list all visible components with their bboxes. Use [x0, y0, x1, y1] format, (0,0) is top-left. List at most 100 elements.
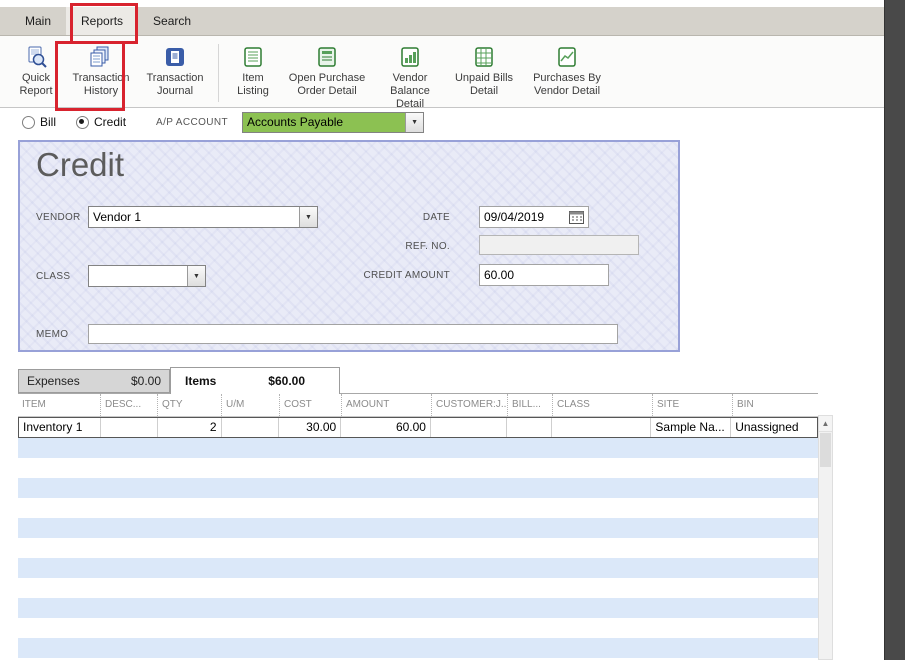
table-cell[interactable]: 60.00 — [341, 418, 431, 437]
class-combobox[interactable]: ▼ — [88, 265, 206, 287]
toolbar-button-label: Unpaid Bills Detail — [454, 72, 514, 98]
table-cell[interactable]: Unassigned — [731, 418, 817, 437]
table-row-empty[interactable] — [18, 578, 818, 598]
items-tab-amount: $60.00 — [268, 374, 305, 388]
credit-amount-value: 60.00 — [484, 268, 515, 282]
credit-amount-label: CREDIT AMOUNT — [363, 270, 450, 281]
memo-label: MEMO — [36, 329, 69, 340]
transaction-journal-icon — [164, 44, 186, 69]
purchases-by-vendor-detail-button[interactable]: Purchases By Vendor Detail — [521, 42, 613, 100]
transaction-history-button[interactable]: Transaction History — [64, 42, 138, 100]
transaction-type-bar: Bill Credit A/P ACCOUNT Accounts Payable… — [22, 110, 425, 134]
table-row-empty[interactable] — [18, 538, 818, 558]
expenses-tab-amount: $0.00 — [130, 374, 161, 388]
table-cell[interactable]: 2 — [158, 418, 222, 437]
items-table-header: ITEM DESC... QTY U/M COST AMOUNT CUSTOMER:J...… — [18, 394, 818, 417]
vendor-value: Vendor 1 — [93, 210, 142, 224]
class-label: CLASS — [36, 271, 71, 282]
credit-radio[interactable] — [76, 115, 90, 129]
date-field[interactable]: 09/04/2019 — [479, 206, 589, 228]
column-header[interactable]: AMOUNT — [341, 394, 431, 416]
calendar-icon[interactable] — [569, 210, 584, 224]
table-row-empty[interactable] — [18, 618, 818, 638]
table-row-empty[interactable] — [18, 638, 818, 658]
table-row[interactable]: Inventory 1 2 30.00 60.00 Sample Na... Unassi… — [18, 417, 818, 438]
bill-radio-label: Bill — [40, 115, 57, 129]
tab-reports[interactable]: Reports — [66, 7, 139, 35]
credit-form-panel: Credit VENDOR Vendor 1 ▼ DATE 09/04/2019… — [18, 140, 680, 352]
column-header[interactable]: SITE — [652, 394, 732, 416]
toolbar-button-label: Open Purchase Order Detail — [288, 72, 366, 98]
table-cell[interactable]: Inventory 1 — [19, 418, 101, 437]
column-header[interactable]: COST — [279, 394, 341, 416]
item-listing-button[interactable]: Item Listing — [225, 42, 281, 100]
table-cell[interactable] — [101, 418, 158, 437]
chevron-down-icon[interactable]: ▼ — [405, 112, 424, 132]
item-listing-icon — [242, 44, 264, 69]
table-row-empty[interactable] — [18, 518, 818, 538]
table-cell[interactable] — [222, 418, 280, 437]
column-header[interactable]: CUSTOMER:J... — [431, 394, 507, 416]
credit-form-title: Credit — [36, 146, 125, 183]
vendor-balance-detail-icon — [399, 44, 421, 69]
toolbar-button-label: Purchases By Vendor Detail — [533, 72, 601, 98]
toolbar-button-label: Item Listing — [237, 72, 269, 98]
table-row-empty[interactable] — [18, 438, 818, 458]
window-right-edge — [884, 0, 905, 660]
vendor-label: VENDOR — [36, 212, 81, 223]
table-row-empty[interactable] — [18, 498, 818, 518]
vendor-combobox[interactable]: Vendor 1 ▼ — [88, 206, 318, 228]
table-cell[interactable]: Sample Na... — [651, 418, 732, 437]
bill-radio[interactable] — [22, 115, 35, 129]
credit-amount-field[interactable]: 60.00 — [479, 264, 609, 286]
date-value: 09/04/2019 — [484, 210, 545, 224]
scrollbar-thumb[interactable] — [820, 433, 831, 467]
column-header[interactable]: CLASS — [552, 394, 652, 416]
chevron-down-icon[interactable]: ▼ — [299, 207, 317, 227]
column-header[interactable]: BILL... — [507, 394, 552, 416]
toolbar-button-label: Vendor Balance Detail — [390, 72, 430, 111]
table-row-empty[interactable] — [18, 458, 818, 478]
open-purchase-order-detail-icon — [316, 44, 338, 69]
transaction-journal-button[interactable]: Transaction Journal — [138, 42, 212, 100]
ap-account-value: Accounts Payable — [243, 112, 406, 132]
toolbar-button-label: Quick Report — [19, 72, 53, 98]
unpaid-bills-detail-button[interactable]: Unpaid Bills Detail — [447, 42, 521, 100]
tab-expenses[interactable]: Expenses $0.00 — [18, 369, 170, 393]
toolbar-button-label: Transaction History — [72, 72, 130, 98]
tab-items[interactable]: Items $60.00 — [170, 367, 340, 394]
enter-bills-window: Main Reports Search Quick Report Transac… — [0, 0, 905, 660]
chevron-down-icon[interactable]: ▼ — [187, 266, 205, 286]
table-row-empty[interactable] — [18, 558, 818, 578]
column-header[interactable]: ITEM — [18, 394, 100, 416]
ref-no-field[interactable] — [479, 235, 639, 255]
table-scrollbar[interactable]: ▲ — [818, 415, 833, 660]
unpaid-bills-detail-icon — [473, 44, 495, 69]
quick-report-button[interactable]: Quick Report — [8, 42, 64, 100]
scroll-up-icon[interactable]: ▲ — [819, 416, 832, 432]
quick-report-icon — [25, 44, 47, 69]
column-header[interactable]: DESC... — [100, 394, 157, 416]
ap-account-combobox[interactable]: Accounts Payable ▼ — [242, 111, 425, 133]
table-row-empty[interactable] — [18, 478, 818, 498]
memo-field[interactable] — [88, 324, 618, 344]
table-cell[interactable] — [431, 418, 507, 437]
expenses-tab-label: Expenses — [27, 374, 80, 388]
items-table-body: Inventory 1 2 30.00 60.00 Sample Na... Unassi… — [18, 417, 818, 660]
open-purchase-order-detail-button[interactable]: Open Purchase Order Detail — [281, 42, 373, 100]
table-cell[interactable] — [507, 418, 552, 437]
purchases-by-vendor-detail-icon — [556, 44, 578, 69]
table-cell[interactable] — [552, 418, 652, 437]
credit-radio-group[interactable]: Credit — [76, 115, 126, 129]
tab-main[interactable]: Main — [10, 7, 66, 35]
table-row-empty[interactable] — [18, 598, 818, 618]
reports-toolbar: Quick Report Transaction History Transac… — [0, 36, 885, 110]
tab-search[interactable]: Search — [138, 7, 206, 35]
column-header[interactable]: QTY — [157, 394, 221, 416]
table-cell[interactable]: 30.00 — [279, 418, 342, 437]
column-header[interactable]: U/M — [221, 394, 279, 416]
bill-radio-group[interactable]: Bill — [22, 115, 56, 129]
vendor-balance-detail-button[interactable]: Vendor Balance Detail — [373, 42, 447, 114]
date-label: DATE — [422, 212, 450, 223]
column-header[interactable]: BIN — [732, 394, 818, 416]
